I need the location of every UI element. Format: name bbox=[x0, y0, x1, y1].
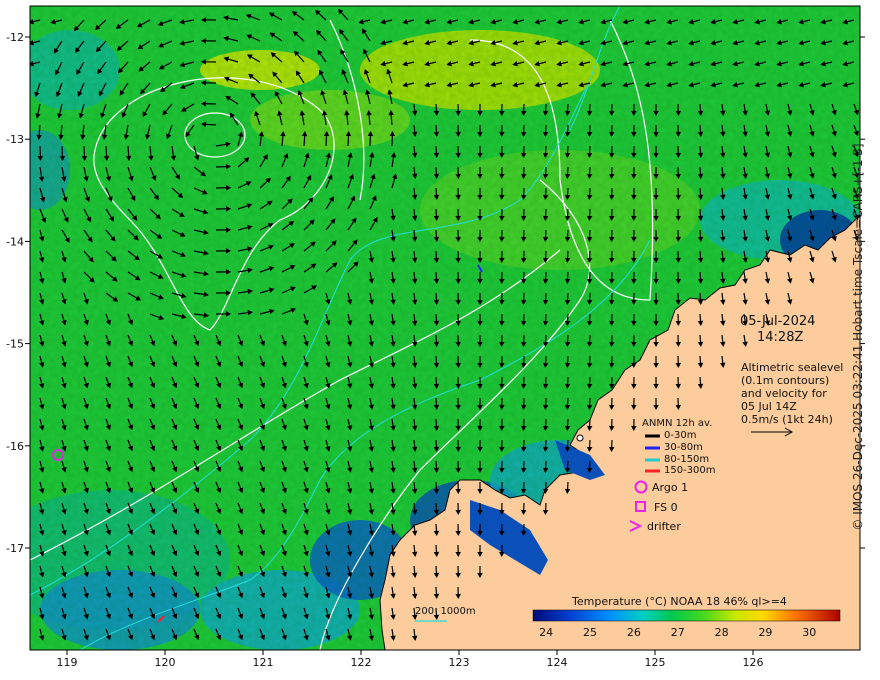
colorbar-tick-label: 27 bbox=[671, 626, 685, 639]
lon-tick-label: 126 bbox=[743, 656, 764, 669]
anmn-row-label: 0-30m bbox=[664, 430, 697, 441]
lon-tick-label: 123 bbox=[449, 656, 470, 669]
desc-line-5: 0.5m/s (1kt 24h) bbox=[741, 413, 833, 426]
colorbar-tick-label: 30 bbox=[802, 626, 816, 639]
lat-tick-label: -14 bbox=[6, 235, 24, 248]
lon-tick-label: 125 bbox=[645, 656, 666, 669]
colorbar bbox=[532, 609, 841, 622]
colorbar-tick-label: 28 bbox=[715, 626, 729, 639]
anmn-title: ANMN 12h av. bbox=[642, 418, 713, 429]
map-date: 05-Jul-2024 bbox=[740, 314, 816, 329]
lat-tick-label: -12 bbox=[6, 31, 24, 44]
lon-tick-label: 124 bbox=[547, 656, 568, 669]
lon-tick-label: 119 bbox=[57, 656, 78, 669]
colorbar-title: Temperature (°C) NOAA 18 46% ql>=4 bbox=[572, 595, 787, 608]
lon-tick-label: 121 bbox=[253, 656, 274, 669]
anmn-row-label: 30-80m bbox=[664, 442, 703, 453]
lon-tick-label: 122 bbox=[351, 656, 372, 669]
colorbar-tick-label: 26 bbox=[627, 626, 641, 639]
colorbar-tick-label: 24 bbox=[539, 626, 553, 639]
lat-tick-label: -16 bbox=[6, 440, 24, 453]
anmn-row-label: 150-300m bbox=[664, 465, 716, 476]
copyright-text: © IMOS 26-Dec-2025 03:22:41 Hobart time … bbox=[851, 143, 865, 531]
colorbar-tick-label: 29 bbox=[758, 626, 772, 639]
lat-tick-label: -17 bbox=[6, 542, 24, 555]
map-time: 14:28Z bbox=[757, 330, 804, 345]
lat-tick-label: -15 bbox=[6, 338, 24, 351]
bathymetry-label: 200 1000m bbox=[415, 606, 476, 617]
anmn-row-label: 80-150m bbox=[664, 454, 710, 465]
sst-map: 119 120 121 122 123 124 125 126 -12 -13 -14 -15 -16… bbox=[6, 5, 865, 669]
desc-line-2: (0.1m contours) bbox=[741, 374, 830, 387]
desc-line-3: and velocity for bbox=[741, 387, 827, 400]
argo-label: Argo 1 bbox=[652, 481, 689, 494]
lon-tick-label: 120 bbox=[155, 656, 176, 669]
map-description: Altimetric sealevel (0.1m contours) and … bbox=[741, 361, 843, 426]
drifter-label: drifter bbox=[647, 520, 681, 533]
fs-label: FS 0 bbox=[654, 501, 678, 514]
colorbar-tick-label: 25 bbox=[583, 626, 597, 639]
desc-line-1: Altimetric sealevel bbox=[741, 361, 844, 374]
desc-line-4: 05 Jul 14Z bbox=[741, 400, 797, 413]
longitude-axis: 119 120 121 122 123 124 125 126 bbox=[57, 650, 764, 669]
lat-tick-label: -13 bbox=[6, 133, 24, 146]
